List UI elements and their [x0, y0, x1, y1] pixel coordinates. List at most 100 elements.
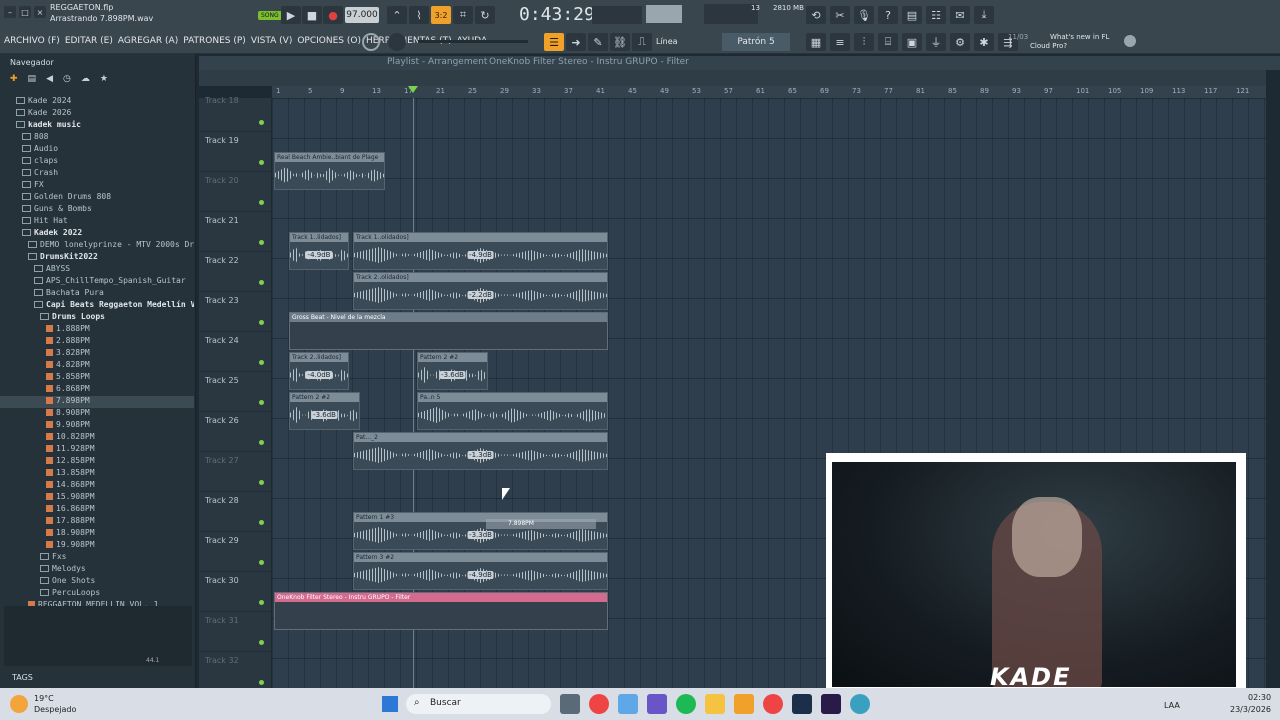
master-pitch-knob[interactable] — [362, 33, 380, 51]
track-header[interactable]: Track 25 — [199, 372, 271, 412]
news-text[interactable]: What's new in FL — [1050, 33, 1109, 41]
song-mode-toggle[interactable]: SONG — [258, 11, 282, 20]
track-header[interactable]: Track 30 — [199, 572, 271, 612]
menu-opciones[interactable]: OPCIONES (O) — [297, 36, 361, 46]
browser-item[interactable]: 15.908PM — [0, 492, 194, 504]
download-icon[interactable]: ⤓ — [974, 6, 994, 24]
browser-item[interactable]: Golden Drums 808 — [0, 192, 194, 204]
chrome-icon[interactable] — [589, 694, 609, 714]
copilot-icon[interactable] — [618, 694, 638, 714]
clock-time[interactable]: 02:30 — [1248, 693, 1271, 702]
browser-item[interactable]: 16.868PM — [0, 504, 194, 516]
track-header[interactable]: Track 23 — [199, 292, 271, 332]
track-enable-led[interactable] — [259, 680, 264, 685]
menu-patrones[interactable]: PATRONES (P) — [183, 36, 246, 46]
piano-roll-icon[interactable]: ≡ — [830, 33, 850, 51]
browser-item[interactable]: 10.828PM — [0, 432, 194, 444]
track-enable-led[interactable] — [259, 640, 264, 645]
mixer-icon[interactable]: ☷ — [926, 6, 946, 24]
step-icon[interactable]: ⌗ — [453, 6, 473, 24]
clip-track22[interactable]: Track 2..olidados] -2.2dB — [353, 272, 608, 310]
clip-track25-b[interactable]: Pa..n 5 — [417, 392, 608, 430]
news-icon[interactable] — [1124, 35, 1136, 47]
metronome-icon[interactable]: ⌃ — [387, 6, 407, 24]
browser-item[interactable]: 11.928PM — [0, 444, 194, 456]
add-icon[interactable]: ✚ — [10, 74, 18, 92]
task-view-icon[interactable] — [560, 694, 580, 714]
browser-item[interactable]: claps — [0, 156, 194, 168]
browser-item[interactable]: ABYSS — [0, 264, 194, 276]
master-volume-knob[interactable] — [388, 33, 406, 51]
language-indicator[interactable]: LAA — [1164, 701, 1180, 710]
cloud-icon[interactable]: ☁ — [81, 74, 90, 92]
track-enable-led[interactable] — [259, 600, 264, 605]
fl-studio-icon[interactable] — [734, 694, 754, 714]
clip-track26[interactable]: Pat..._2 -1.3dB — [353, 432, 608, 470]
browser-item[interactable]: FX — [0, 180, 194, 192]
browser-item[interactable]: APS_ChillTempo_Spanish_Guitar — [0, 276, 194, 288]
play-icon[interactable]: ▶ — [281, 6, 301, 24]
track-header[interactable]: Track 32 — [199, 652, 271, 692]
save-icon[interactable]: ▤ — [902, 6, 922, 24]
browser-item[interactable]: 4.828PM — [0, 360, 194, 372]
browser-item[interactable]: 8.908PM — [0, 408, 194, 420]
render-icon[interactable]: ✱ — [974, 33, 994, 51]
browser-item[interactable]: Kade 2026 — [0, 108, 194, 120]
cut-icon[interactable]: ✂ — [830, 6, 850, 24]
browser-item[interactable]: DEMO lonelyprinze - MTV 2000s Drum Kit — [0, 240, 194, 252]
browser-item[interactable]: 18.908PM — [0, 528, 194, 540]
clip-track28[interactable]: Pattern 1 #3 -3.3dB — [353, 512, 608, 550]
browser-item[interactable]: 6.868PM — [0, 384, 194, 396]
maximize-icon[interactable]: □ — [19, 6, 31, 18]
browser-item[interactable]: Drums Loops — [0, 312, 194, 324]
link-icon[interactable]: ⛓ — [610, 33, 630, 51]
stop-icon[interactable]: ■ — [302, 6, 322, 24]
playhead-marker[interactable] — [408, 86, 418, 93]
pencil-icon[interactable]: ✎ — [588, 33, 608, 51]
browser-item[interactable]: 17.888PM — [0, 516, 194, 528]
track-enable-led[interactable] — [259, 200, 264, 205]
track-header[interactable]: Track 27 — [199, 452, 271, 492]
track-header[interactable]: Track 29 — [199, 532, 271, 572]
browser-item[interactable]: Fxs — [0, 552, 194, 564]
clip-track21-b[interactable]: Track 1..olidados] -4.9dB — [353, 232, 608, 270]
tempo-icon[interactable]: ⚙ — [950, 33, 970, 51]
clip-track24-b[interactable]: Pattern 2 #2 -3.6dB — [417, 352, 488, 390]
track-enable-led[interactable] — [259, 440, 264, 445]
mic-icon[interactable]: 🎙 — [854, 6, 874, 24]
browser-item[interactable]: Audio — [0, 144, 194, 156]
browser-item[interactable]: Kadek 2022 — [0, 228, 194, 240]
clock-icon[interactable]: ◷ — [63, 74, 71, 92]
track-enable-led[interactable] — [259, 160, 264, 165]
channel-rack-icon[interactable]: ▦ — [806, 33, 826, 51]
browser-item[interactable]: Hit Hat — [0, 216, 194, 228]
browser-item[interactable]: Kade 2024 — [0, 96, 194, 108]
browser-item[interactable]: 2.888PM — [0, 336, 194, 348]
menu-agregar[interactable]: AGREGAR (A) — [118, 36, 178, 46]
windows-start-icon[interactable] — [382, 696, 398, 712]
browser-item[interactable]: 3.828PM — [0, 348, 194, 360]
plug-icon[interactable]: ⏚ — [926, 33, 946, 51]
playlist-button[interactable]: ☰ — [544, 33, 564, 51]
browser-item[interactable]: 5.858PM — [0, 372, 194, 384]
snap-select[interactable]: Línea — [656, 35, 708, 49]
files-icon[interactable]: ▤ — [28, 74, 37, 92]
track-header[interactable]: Track 24 — [199, 332, 271, 372]
track-enable-led[interactable] — [259, 480, 264, 485]
clip-track21-a[interactable]: Track 1..lidados] -4.9dB — [289, 232, 349, 270]
plugin-db-icon[interactable]: ◀ — [46, 74, 53, 92]
clock-date[interactable]: 23/3/2026 — [1230, 705, 1271, 714]
track-header[interactable]: Track 28 — [199, 492, 271, 532]
tempo-field[interactable]: 97.000 — [345, 7, 379, 23]
clip-track24-a[interactable]: Track 2..lidados] -4.0dB — [289, 352, 349, 390]
news-text-2[interactable]: Cloud Pro? — [1030, 42, 1067, 50]
track-enable-led[interactable] — [259, 120, 264, 125]
browser-item[interactable]: Guns & Bombs — [0, 204, 194, 216]
browser-icon[interactable]: ▣ — [902, 33, 922, 51]
plugin-icon[interactable]: ⌸ — [878, 33, 898, 51]
browser-item[interactable]: Crash — [0, 168, 194, 180]
clip-track30-automation[interactable]: OneKnob Filter Stereo - Instru GRUPO - F… — [274, 592, 608, 630]
track-header[interactable]: Track 22 — [199, 252, 271, 292]
help-icon[interactable]: ? — [878, 6, 898, 24]
browser-item[interactable]: 12.858PM — [0, 456, 194, 468]
